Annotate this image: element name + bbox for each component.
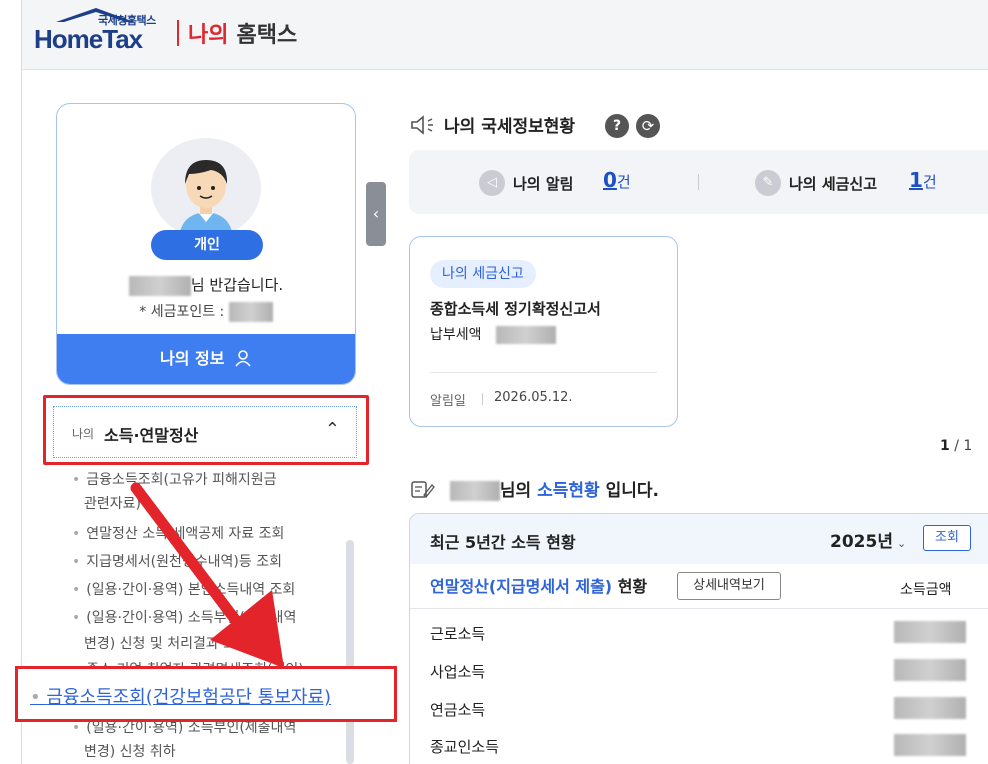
speaker-icon bbox=[410, 115, 436, 137]
profile-card: 개인 님 반갑습니다. * 세금포인트 : 나의 정보 bbox=[56, 103, 356, 385]
my-alarm-count-unit: 건 bbox=[616, 173, 631, 191]
page-left-border bbox=[21, 0, 22, 764]
masked-points bbox=[228, 302, 273, 322]
income-panel-divider bbox=[410, 608, 988, 609]
user-icon bbox=[235, 350, 251, 367]
masked-amount bbox=[495, 326, 556, 344]
income-amount-header: 소득금액 bbox=[900, 582, 952, 598]
my-alarm-count-value: 0 bbox=[603, 168, 617, 192]
income-status-title: 님의 소득현황 입니다. bbox=[410, 476, 659, 501]
page-title: 나의 홈택스 bbox=[188, 17, 297, 49]
notice-tag: 나의 세금신고 bbox=[430, 260, 536, 288]
tax-points-label: * 세금포인트 : bbox=[139, 304, 225, 320]
logo-wordmark: HomeTax bbox=[34, 24, 143, 54]
masked-income-amount bbox=[894, 734, 966, 756]
notice-date-value: 2026.05.12. bbox=[494, 390, 573, 405]
income-title-suffix: 님의 bbox=[499, 481, 532, 501]
masked-name bbox=[128, 275, 191, 296]
my-alarm-label: 나의 알림 bbox=[513, 175, 574, 193]
hometax-logo[interactable]: 국세청홈택스 HomeTax bbox=[34, 8, 166, 58]
greeting-suffix: 님 반갑습니다. bbox=[190, 276, 284, 294]
my-tax-report-count[interactable]: 1건 bbox=[909, 168, 937, 192]
refresh-icon[interactable]: ⟳ bbox=[636, 114, 660, 138]
income-row-label: 근로소득 bbox=[430, 625, 486, 643]
year-end-settlement-heading: 연말정산(지급명세서 제출) 현황 bbox=[430, 573, 647, 597]
tax-info-status-title: 나의 국세정보현황 bbox=[410, 112, 575, 137]
notice-divider bbox=[430, 372, 657, 373]
avatar bbox=[151, 138, 261, 238]
status-divider bbox=[698, 174, 699, 190]
masked-income-amount bbox=[894, 697, 966, 719]
my-info-button[interactable]: 나의 정보 bbox=[57, 334, 355, 384]
menu-scrollbar[interactable] bbox=[346, 540, 354, 764]
chevron-down-icon: ⌄ bbox=[896, 537, 907, 550]
notice-title: 종합소득세 정기확정신고서 bbox=[430, 300, 601, 318]
income-title-end: 입니다. bbox=[605, 481, 659, 501]
bell-icon: ◁ bbox=[479, 170, 505, 196]
menu-item-income-denial[interactable]: (일용·간이·용역) 소득부인(제출내역 bbox=[72, 604, 296, 632]
my-tax-report-count-value: 1 bbox=[909, 168, 923, 192]
income-row-label: 종교인소득 bbox=[430, 738, 500, 756]
masked-name-income bbox=[449, 481, 500, 501]
income-row-label: 사업소득 bbox=[430, 663, 486, 681]
page-title-dark: 홈택스 bbox=[236, 23, 298, 48]
masked-income-amount bbox=[894, 659, 966, 681]
chevron-left-icon: ‹ bbox=[372, 204, 380, 223]
pagination-separator: / bbox=[949, 438, 964, 454]
help-icon[interactable]: ? bbox=[605, 114, 629, 138]
query-button[interactable]: 조회 bbox=[923, 525, 971, 551]
income-panel-title: 최근 5년간 소득 현황 bbox=[430, 533, 576, 552]
header-divider bbox=[177, 20, 179, 46]
tax-points: * 세금포인트 : bbox=[57, 301, 355, 322]
memo-pen-icon bbox=[410, 481, 442, 501]
my-tax-report-label: 나의 세금신고 bbox=[789, 175, 878, 193]
income-row-label: 연금소득 bbox=[430, 701, 486, 719]
my-tax-report-count-unit: 건 bbox=[922, 173, 937, 191]
pagination-current: 1 bbox=[940, 438, 950, 454]
income-title-highlight: 소득현황 bbox=[537, 481, 600, 501]
user-type-badge: 개인 bbox=[151, 230, 263, 260]
notice-amount: 납부세액 bbox=[430, 324, 556, 344]
notice-date-label: 알림일 bbox=[430, 394, 466, 409]
sidebar-collapse-button[interactable]: ‹ bbox=[366, 182, 386, 246]
notice-amount-label: 납부세액 bbox=[430, 327, 482, 343]
highlight-box-section bbox=[43, 395, 369, 465]
masked-income-amount bbox=[894, 621, 966, 643]
menu-item-income-denial-withdraw-cont[interactable]: 변경) 신청 취하 bbox=[72, 738, 176, 764]
page-title-red: 나의 bbox=[188, 23, 229, 48]
my-info-button-label: 나의 정보 bbox=[159, 349, 225, 368]
menu-item-financial-income-subsidy-cont[interactable]: 관련자료) bbox=[72, 490, 141, 518]
highlight-box-link: 금융소득조회(건강보험공단 통보자료) bbox=[15, 666, 397, 722]
year-end-settlement-heading-dark: 현황 bbox=[617, 577, 648, 596]
menu-item-payment-statement[interactable]: 지급명세서(원천징수내역)등 조회 bbox=[72, 548, 282, 576]
income-panel-header: 최근 5년간 소득 현황 2025년 ⌄ 조회 bbox=[410, 514, 988, 564]
greeting-text: 님 반갑습니다. bbox=[57, 274, 355, 296]
income-panel: 최근 5년간 소득 현황 2025년 ⌄ 조회 연말정산(지급명세서 제출) 현황… bbox=[409, 513, 988, 764]
notice-date-separator bbox=[482, 393, 483, 405]
pagination-total: 1 bbox=[963, 438, 973, 454]
site-header bbox=[22, 0, 988, 70]
tax-info-status-label: 나의 국세정보현황 bbox=[444, 117, 576, 137]
person-avatar-icon bbox=[179, 160, 233, 238]
detail-view-button[interactable]: 상세내역보기 bbox=[677, 572, 781, 600]
notice-card[interactable]: 나의 세금신고 종합소득세 정기확정신고서 납부세액 알림일 2026.05.1… bbox=[409, 236, 678, 427]
pagination: 1 / 1 bbox=[940, 438, 972, 454]
year-select[interactable]: 2025년 ⌄ bbox=[830, 527, 906, 552]
menu-item-financial-income-nhis[interactable]: 금융소득조회(건강보험공단 통보자료) bbox=[30, 683, 331, 709]
year-select-value: 2025년 bbox=[830, 532, 893, 552]
menu-item-daily-income[interactable]: (일용·간이·용역) 본인소득내역 조회 bbox=[72, 576, 295, 604]
year-end-settlement-heading-blue: 연말정산(지급명세서 제출) bbox=[430, 577, 613, 596]
tax-report-icon: ✎ bbox=[755, 170, 781, 196]
my-alarm-count[interactable]: 0건 bbox=[603, 168, 631, 192]
menu-item-income-denial-cont[interactable]: 변경) 신청 및 처리결과 조회 bbox=[72, 630, 249, 658]
menu-item-year-end-deduction[interactable]: 연말정산 소득·세액공제 자료 조회 bbox=[72, 520, 284, 548]
